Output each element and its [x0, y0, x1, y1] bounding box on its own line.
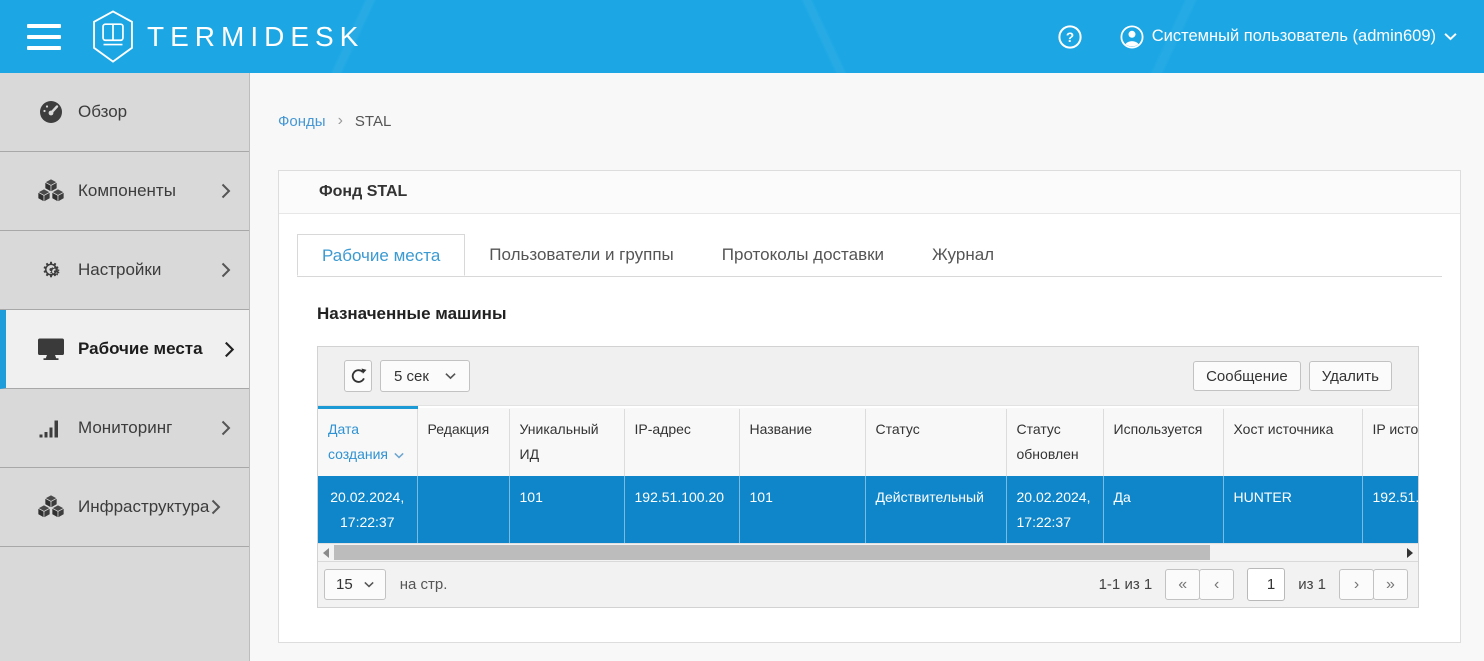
- cubes-icon: [36, 177, 66, 205]
- chevron-right-icon: [224, 341, 235, 358]
- user-label: Системный пользователь (admin609): [1152, 27, 1436, 46]
- scrollbar-thumb[interactable]: [334, 545, 1210, 560]
- main-content: Фонды › STAL Фонд STAL Рабочие места Пол…: [251, 73, 1484, 661]
- brand-name: TERMIDESK: [147, 21, 364, 53]
- sidebar: Обзор Компоненты ⚙⚙ Настройки Рабочие ме…: [0, 73, 250, 661]
- tab-workplaces[interactable]: Рабочие места: [297, 234, 465, 276]
- machines-grid: 5 сек Сообщение Удалить: [317, 346, 1419, 608]
- cell-ip: 192.51.100.20: [624, 476, 739, 543]
- page-size-select[interactable]: 15: [324, 569, 386, 600]
- column-header-source-host[interactable]: Хост источника: [1223, 408, 1362, 477]
- first-page-button[interactable]: «: [1165, 569, 1200, 600]
- sidebar-item-components[interactable]: Компоненты: [0, 152, 249, 231]
- grid-footer: 15 на стр. 1-1 из 1 « ‹ из 1: [318, 561, 1418, 607]
- tab-delivery-protocols[interactable]: Протоколы доставки: [698, 234, 908, 276]
- monitor-icon: [36, 335, 66, 363]
- chevron-right-icon: [221, 420, 231, 436]
- gears-icon: ⚙⚙: [36, 256, 66, 284]
- message-button[interactable]: Сообщение: [1193, 361, 1301, 391]
- sidebar-item-label: Инфраструктура: [78, 497, 209, 517]
- cell-in-use: Да: [1103, 476, 1223, 543]
- page-size-value: 15: [336, 576, 353, 593]
- breadcrumb-current: STAL: [355, 113, 391, 130]
- column-header-status-updated[interactable]: Статус обновлен: [1006, 408, 1103, 477]
- section-title: Назначенные машины: [317, 304, 1419, 324]
- refresh-interval-select[interactable]: 5 сек: [380, 360, 470, 392]
- of-pages-label: из 1: [1298, 576, 1326, 593]
- sidebar-item-label: Обзор: [78, 102, 127, 122]
- sidebar-item-overview[interactable]: Обзор: [0, 73, 249, 152]
- sidebar-item-label: Рабочие места: [78, 339, 203, 359]
- breadcrumb-separator: ›: [338, 112, 343, 130]
- chevron-right-icon: [211, 499, 221, 515]
- menu-button[interactable]: [27, 24, 61, 50]
- tab-journal[interactable]: Журнал: [908, 234, 1018, 276]
- column-header-source-ip[interactable]: IP источника: [1362, 408, 1418, 477]
- sidebar-item-label: Мониторинг: [78, 418, 172, 438]
- horizontal-scrollbar[interactable]: [318, 543, 1418, 561]
- column-header-status[interactable]: Статус: [865, 408, 1006, 477]
- column-header-created[interactable]: Дата создания: [318, 408, 417, 477]
- sidebar-item-label: Настройки: [78, 260, 161, 280]
- user-avatar-icon: [1120, 25, 1144, 49]
- column-header-in-use[interactable]: Используется: [1103, 408, 1223, 477]
- sidebar-item-infrastructure[interactable]: Инфраструктура: [0, 468, 249, 547]
- cell-name: 101: [739, 476, 865, 543]
- cell-source-host: HUNTER: [1223, 476, 1362, 543]
- sidebar-item-settings[interactable]: ⚙⚙ Настройки: [0, 231, 249, 310]
- pool-card: Фонд STAL Рабочие места Пользователи и г…: [278, 170, 1461, 643]
- tab-bar: Рабочие места Пользователи и группы Прот…: [297, 234, 1442, 277]
- cell-status: Действительный: [865, 476, 1006, 543]
- sort-desc-icon: [394, 452, 404, 459]
- last-page-button[interactable]: »: [1373, 569, 1408, 600]
- table-header-row: Дата создания Редакция Уникальный ИД IP-…: [318, 408, 1418, 477]
- refresh-icon: [350, 368, 367, 385]
- page-number-input[interactable]: [1247, 568, 1285, 601]
- breadcrumb: Фонды › STAL: [251, 73, 1484, 130]
- sidebar-item-workplaces[interactable]: Рабочие места: [0, 310, 249, 389]
- user-menu[interactable]: Системный пользователь (admin609): [1120, 25, 1457, 49]
- column-header-ip[interactable]: IP-адрес: [624, 408, 739, 477]
- refresh-interval-value: 5 сек: [394, 368, 429, 385]
- chevron-right-icon: [221, 183, 231, 199]
- delete-button[interactable]: Удалить: [1309, 361, 1392, 391]
- next-page-button[interactable]: ›: [1339, 569, 1374, 600]
- table-scroll-area: Дата создания Редакция Уникальный ИД IP-…: [318, 406, 1418, 543]
- per-page-label: на стр.: [400, 576, 448, 593]
- brand-logo[interactable]: TERMIDESK: [89, 10, 364, 63]
- column-header-revision[interactable]: Редакция: [417, 408, 509, 477]
- tab-users-groups[interactable]: Пользователи и группы: [465, 234, 698, 276]
- topbar: TERMIDESK Системный пользователь (admin6…: [0, 0, 1484, 73]
- breadcrumb-link-pools[interactable]: Фонды: [278, 113, 326, 130]
- range-label: 1-1 из 1: [1099, 576, 1153, 593]
- sidebar-item-monitoring[interactable]: Мониторинг: [0, 389, 249, 468]
- chevron-down-icon: [1444, 32, 1457, 41]
- chevron-down-icon: [364, 581, 374, 588]
- cubes-icon: [36, 493, 66, 521]
- grid-toolbar: 5 сек Сообщение Удалить: [318, 347, 1418, 406]
- column-header-name[interactable]: Название: [739, 408, 865, 477]
- hexagon-logo-icon: [89, 10, 137, 63]
- refresh-button[interactable]: [344, 360, 372, 392]
- scroll-right-arrow-icon[interactable]: [1407, 548, 1413, 558]
- card-header: Фонд STAL: [279, 171, 1460, 214]
- cell-unique-id: 101: [509, 476, 624, 543]
- sidebar-item-label: Компоненты: [78, 181, 176, 201]
- chevron-down-icon: [445, 372, 456, 380]
- gauge-icon: [36, 98, 66, 126]
- scroll-left-arrow-icon[interactable]: [323, 548, 329, 558]
- help-button[interactable]: [1058, 25, 1082, 49]
- cell-status-updated: 20.02.2024, 17:22:37: [1006, 476, 1103, 543]
- bar-chart-icon: [36, 414, 66, 442]
- cell-revision: [417, 476, 509, 543]
- column-header-unique-id[interactable]: Уникальный ИД: [509, 408, 624, 477]
- card-title: Фонд STAL: [319, 183, 407, 201]
- chevron-right-icon: [221, 262, 231, 278]
- cell-created: 20.02.2024, 17:22:37: [318, 476, 417, 543]
- prev-page-button[interactable]: ‹: [1199, 569, 1234, 600]
- table-row-selected[interactable]: 20.02.2024, 17:22:37 101 192.51.100.20 1…: [318, 476, 1418, 543]
- cell-source-ip: 192.51.100.20: [1362, 476, 1418, 543]
